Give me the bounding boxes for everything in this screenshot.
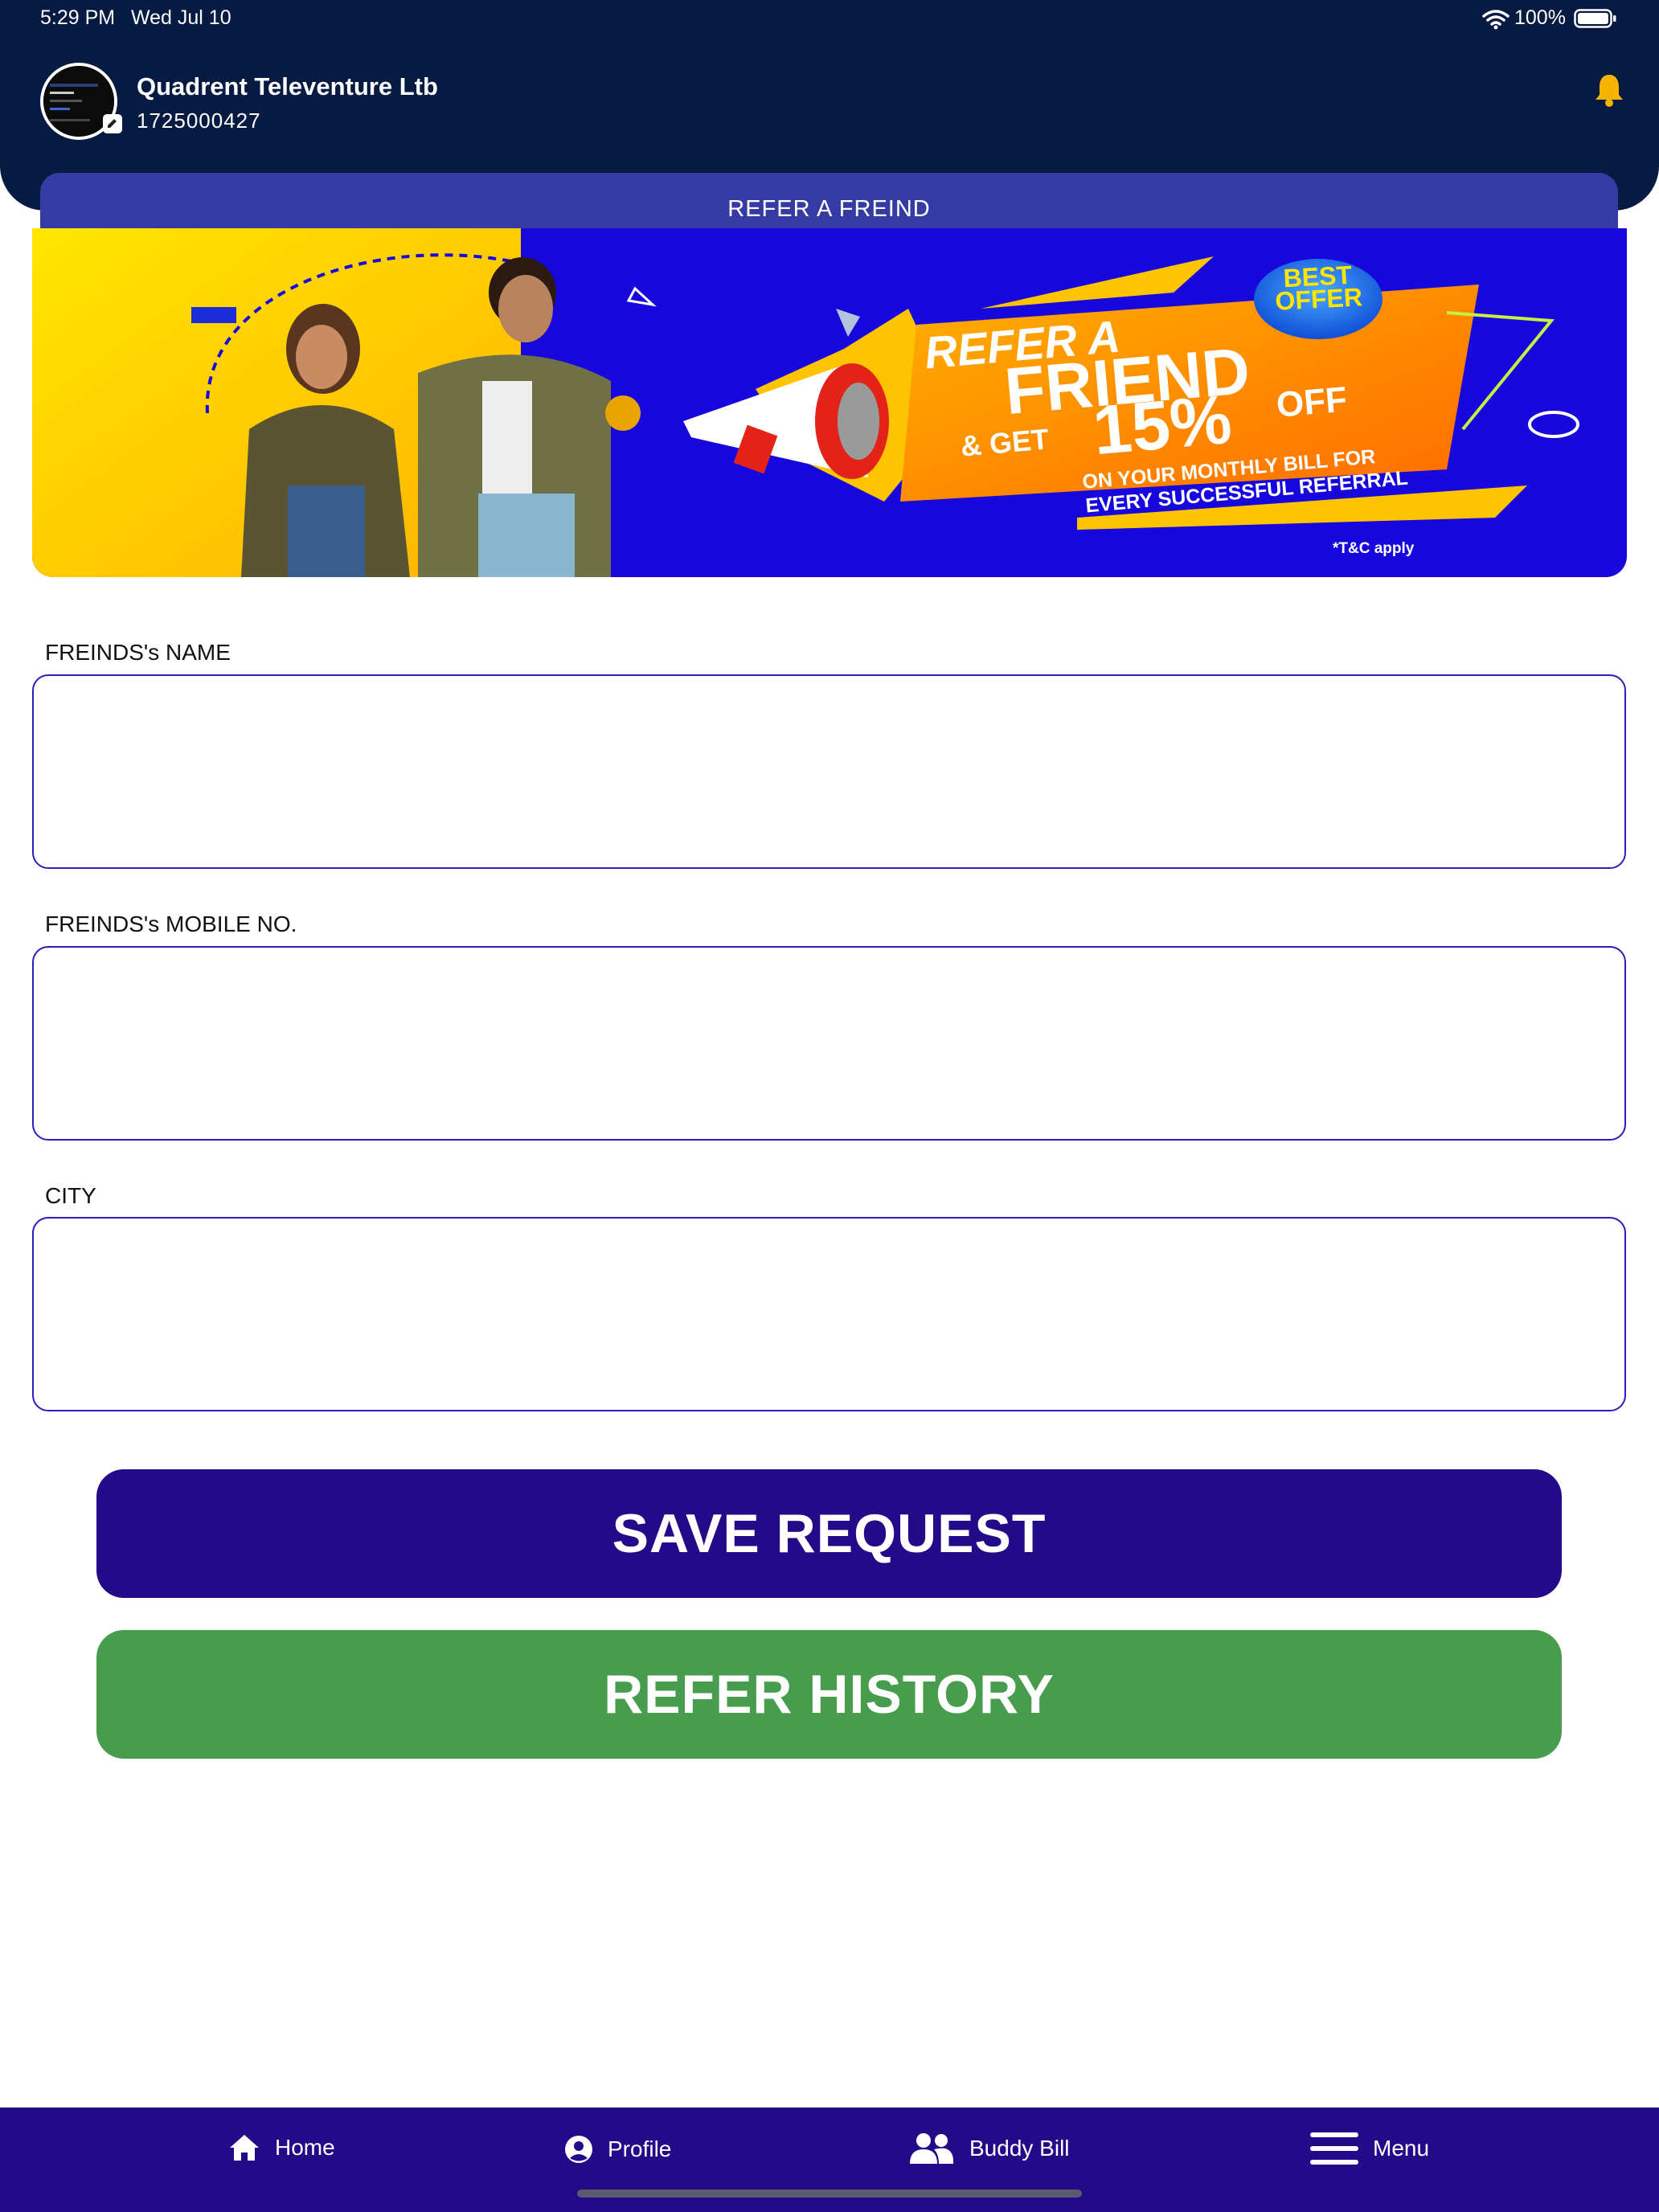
banner-badge-line2: OFFER	[1274, 282, 1363, 316]
status-date: Wed Jul 10	[131, 6, 231, 29]
nav-menu[interactable]: Menu	[1310, 2132, 1429, 2165]
profile-icon	[565, 2136, 592, 2163]
nav-buddy-bill[interactable]: Buddy Bill	[908, 2132, 1070, 2165]
nav-home[interactable]: Home	[228, 2133, 335, 2162]
battery-icon	[1574, 9, 1616, 28]
promo-banner: BEST OFFER REFER A FRIEND & GET 15% OFF …	[32, 228, 1627, 577]
battery-percentage: 100%	[1514, 6, 1566, 29]
bell-icon[interactable]	[1593, 72, 1625, 108]
wifi-icon	[1482, 10, 1509, 30]
nav-profile-label: Profile	[608, 2136, 672, 2161]
user-phone: 1725000427	[137, 109, 261, 133]
users-icon	[910, 2133, 954, 2164]
nav-buddy-bill-label: Buddy Bill	[969, 2136, 1070, 2161]
home-indicator	[577, 2189, 1082, 2198]
promo-banner-image	[32, 228, 1627, 577]
menu-icon	[1310, 2132, 1358, 2165]
banner-discount: 15%	[1090, 380, 1235, 470]
user-name: Quadrent Televenture Ltb	[137, 72, 438, 100]
nav-profile[interactable]: Profile	[564, 2135, 671, 2164]
status-time: 5:29 PM	[40, 6, 116, 29]
banner-terms: *T&C apply	[1333, 540, 1415, 557]
friend-name-input[interactable]	[32, 674, 1626, 869]
name-label: FREINDS's NAME	[45, 640, 231, 665]
banner-off-text: OFF	[1274, 379, 1349, 425]
edit-badge-icon[interactable]	[103, 114, 122, 133]
mobile-label: FREINDS's MOBILE NO.	[45, 911, 297, 936]
save-request-button[interactable]: SAVE REQUEST	[96, 1469, 1562, 1598]
home-icon	[230, 2135, 259, 2161]
friend-mobile-input[interactable]	[32, 946, 1626, 1141]
nav-menu-label: Menu	[1373, 2136, 1430, 2161]
city-label: CITY	[45, 1183, 96, 1208]
city-input[interactable]	[32, 1217, 1626, 1411]
nav-home-label: Home	[275, 2135, 335, 2160]
refer-history-button[interactable]: REFER HISTORY	[96, 1630, 1562, 1759]
